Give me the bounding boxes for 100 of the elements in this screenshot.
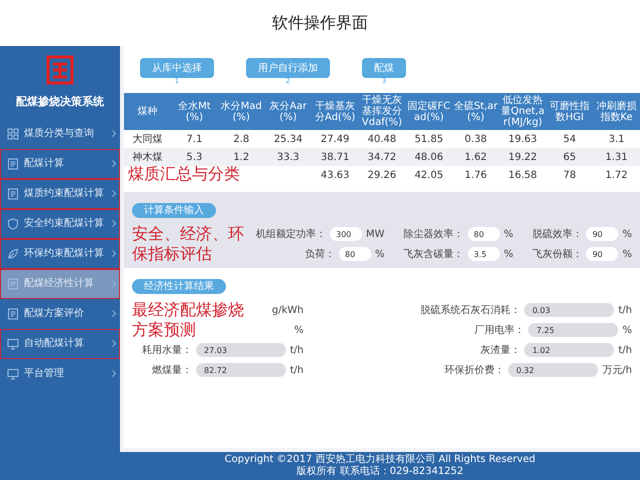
table-cell: 25.34 [264,130,312,148]
column-header: 全硫St,ar(%) [452,93,500,130]
chevron-icon [112,250,116,257]
field-label: 机组额定功率： [256,228,326,242]
unit-label: t/h [290,344,304,358]
field-label: 飞灰含碳量： [404,248,464,262]
sidebar-item[interactable]: 煤质分类与查询 [0,118,120,148]
table-cell: 54 [546,130,594,148]
input-field[interactable]: 0.32 [508,363,598,377]
slide-title: 软件操作界面 [272,12,368,34]
table-cell: 29.26 [358,166,406,184]
input-field[interactable]: 90 [586,227,618,241]
table-cell: 27.49 [312,130,359,148]
table-cell: 2.8 [218,130,265,148]
input-field[interactable]: 1.02 [524,343,614,357]
column-header: 水分Mad(%) [218,93,265,130]
table-cell: 1.62 [452,148,500,166]
section-title: 计算条件输入 [132,203,216,218]
table-cell: 34.72 [358,148,406,166]
sidebar-item[interactable]: 安全约束配煤计算 [0,208,120,238]
unit-label: % [622,228,632,242]
table-cell: 1.2 [218,148,265,166]
chevron-icon [112,370,116,377]
annotation-text: 煤质汇总与分类 [128,164,240,184]
document-icon [7,308,19,320]
column-header: 可磨性指数HGI [546,93,594,130]
chevron-icon [112,190,116,197]
table-cell: 40.48 [358,130,406,148]
logo-icon [45,54,75,86]
table-cell: 0.38 [452,130,500,148]
chevron-icon [112,340,116,347]
column-header: 固定碳FCad(%) [405,93,452,130]
sidebar-item[interactable]: 配煤方案评价 [0,298,120,328]
input-field[interactable]: 7.25 [528,323,618,337]
table-cell: 7.1 [170,130,218,148]
field-label: 耗用水量： [142,344,192,358]
chevron-icon [112,310,116,317]
field-label: 脱硫效率： [532,228,582,242]
input-field[interactable]: 0.03 [524,303,614,317]
table-cell: 3.1 [593,130,640,148]
table-cell: 33.3 [264,148,312,166]
input-field[interactable]: 80 [339,247,371,261]
monitor-icon [7,368,19,380]
table-cell: 48.06 [405,148,452,166]
column-header: 灰分Aar(%) [264,93,312,130]
unit-label: % [294,324,304,338]
column-header: 干燥基灰分Ad(%) [312,93,359,130]
input-field[interactable]: 3.5 [468,247,500,261]
unit-label: % [504,228,514,242]
unit-label: t/h [618,344,632,358]
chevron-icon [112,160,116,167]
table-cell: 5.3 [170,148,218,166]
field-label: 环保折价费： [444,364,504,378]
unit-label: % [504,248,514,262]
column-header: 全水Mt(%) [170,93,218,130]
unit-label: t/h [618,304,632,318]
annotation-text: 最经济配煤掺烧方案预测 [132,300,245,340]
field-label: 灰渣量： [480,344,520,358]
input-field[interactable]: 27.03 [196,343,286,357]
field-label: 负荷： [305,248,335,262]
sidebar-item[interactable]: 配煤计算 [0,148,120,178]
table-cell: 1.72 [593,166,640,184]
column-header: 煤种 [124,93,171,130]
input-field[interactable]: 80 [468,227,500,241]
table-cell: 19.63 [499,130,546,148]
table-cell: 19.22 [499,148,546,166]
table-cell: 78 [546,166,594,184]
field-label: 厂用电率： [474,324,524,338]
footer-text: 版权所有 联系电话：029-82341252 [296,466,464,478]
document-icon [7,188,19,200]
sidebar-item[interactable]: 环保约束配煤计算 [0,238,120,268]
unit-label: MW [366,228,385,242]
field-label: 飞灰份额： [532,248,582,262]
field-label: 除尘器效率： [404,228,464,242]
table-cell: 1.31 [593,148,640,166]
shield-icon [7,218,19,230]
chevron-icon [112,130,116,137]
field-label: 燃煤量： [152,364,192,378]
input-field[interactable]: 82.72 [196,363,286,377]
table-cell: 42.05 [405,166,452,184]
footer-text: Copyright ©2017 西安热工电力科技有限公司 All Rights Reserved [224,454,536,466]
sidebar-item[interactable]: 平台管理 [0,358,120,388]
input-field[interactable]: 300 [330,227,362,241]
sidebar-item[interactable]: 自动配煤计算 [0,328,120,358]
column-header: 低位发热量Qnet,ar(MJ/kg) [500,94,546,130]
table-cell: 43.63 [312,166,359,184]
leaf-icon [7,248,19,260]
field-label: 脱硫系统石灰石消耗： [420,304,520,318]
app-name: 配煤掺烧决策系统 [15,94,105,110]
document-icon [7,278,19,290]
unit-label: % [375,248,385,262]
table-cell: 神木煤 [124,148,171,166]
section-title: 经济性计算结果 [132,279,226,294]
unit-label: t/h [290,364,304,378]
unit-label: 万元/h [602,364,632,378]
table-cell: 38.71 [312,148,359,166]
column-header: 干燥无灰基挥发分Vdaf(%) [358,93,406,130]
column-header: 冲刷磨损指数Ke [593,93,640,130]
sidebar-item[interactable]: 煤质约束配煤计算 [0,178,120,208]
input-field[interactable]: 90 [586,247,618,261]
